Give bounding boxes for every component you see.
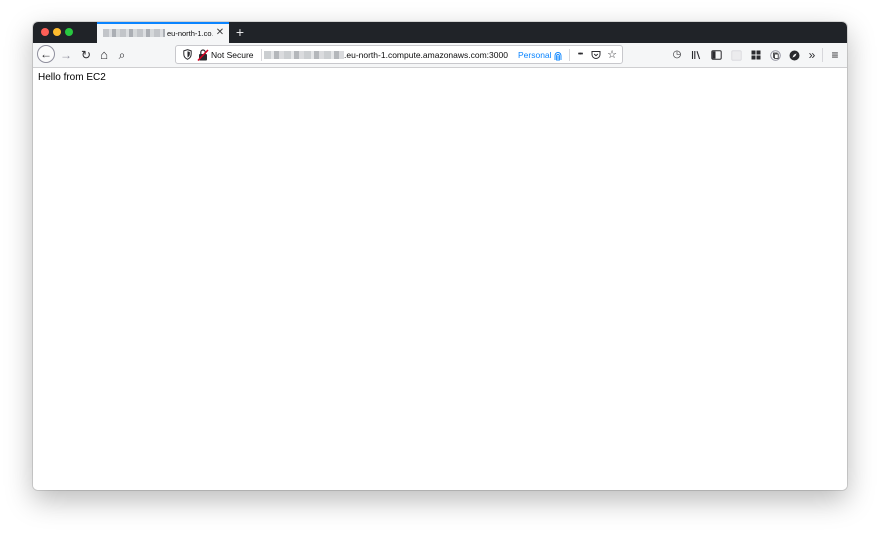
tab-title: eu-north-1.co…: [167, 29, 213, 38]
home-button[interactable]: ⌂: [96, 46, 112, 64]
overflow-chevron-icon[interactable]: »: [805, 47, 819, 63]
tab-active[interactable]: eu-north-1.co… ✕: [97, 22, 229, 43]
not-secure-label[interactable]: Not Secure: [211, 47, 259, 63]
new-tab-button[interactable]: +: [233, 23, 247, 41]
zoom-window-button[interactable]: [65, 28, 73, 36]
minimize-window-button[interactable]: [53, 28, 61, 36]
extension-icon[interactable]: [729, 47, 743, 63]
redacted-hostname: [103, 29, 165, 37]
url-text[interactable]: .eu-north-1.compute.amazonaws.com:3000: [344, 47, 514, 63]
fingerprint-icon: [554, 49, 562, 61]
library-icon[interactable]: [689, 47, 703, 63]
copy-icon[interactable]: [768, 47, 782, 63]
history-icon[interactable]: ◷: [670, 47, 684, 63]
bookmark-star-icon[interactable]: ☆: [605, 47, 619, 63]
lock-icon[interactable]: [197, 48, 209, 62]
forward-button[interactable]: →: [58, 46, 74, 64]
reload-button[interactable]: ↻: [78, 46, 94, 64]
close-window-button[interactable]: [41, 28, 49, 36]
hamburger-menu-icon[interactable]: ≡: [828, 47, 842, 63]
browser-window: eu-north-1.co… ✕ + ← → ↻ ⌂ ⌕: [33, 22, 847, 490]
grid-icon[interactable]: [749, 47, 763, 63]
page-body-text: Hello from EC2: [38, 72, 106, 83]
page-content: Hello from EC2: [33, 68, 847, 490]
toolbar-separator: [822, 48, 823, 62]
tab-bar: eu-north-1.co… ✕ +: [33, 22, 847, 43]
tab-close-icon[interactable]: ✕: [214, 26, 226, 40]
back-button[interactable]: ←: [37, 45, 55, 63]
sidebar-icon[interactable]: [709, 47, 723, 63]
navigation-toolbar: ← → ↻ ⌂ ⌕ Not Secure .eu-north-1.compute…: [33, 43, 847, 68]
url-bar[interactable]: Not Secure .eu-north-1.compute.amazonaws…: [175, 45, 623, 64]
pocket-icon[interactable]: [589, 47, 603, 63]
page-actions-menu-icon[interactable]: •••: [573, 47, 587, 63]
search-button[interactable]: ⌕: [114, 46, 130, 64]
redacted-url-host: [264, 51, 344, 59]
compass-icon[interactable]: [787, 47, 801, 63]
url-separator-2: [569, 49, 570, 61]
shield-icon[interactable]: [181, 47, 193, 63]
url-separator: [261, 49, 262, 61]
